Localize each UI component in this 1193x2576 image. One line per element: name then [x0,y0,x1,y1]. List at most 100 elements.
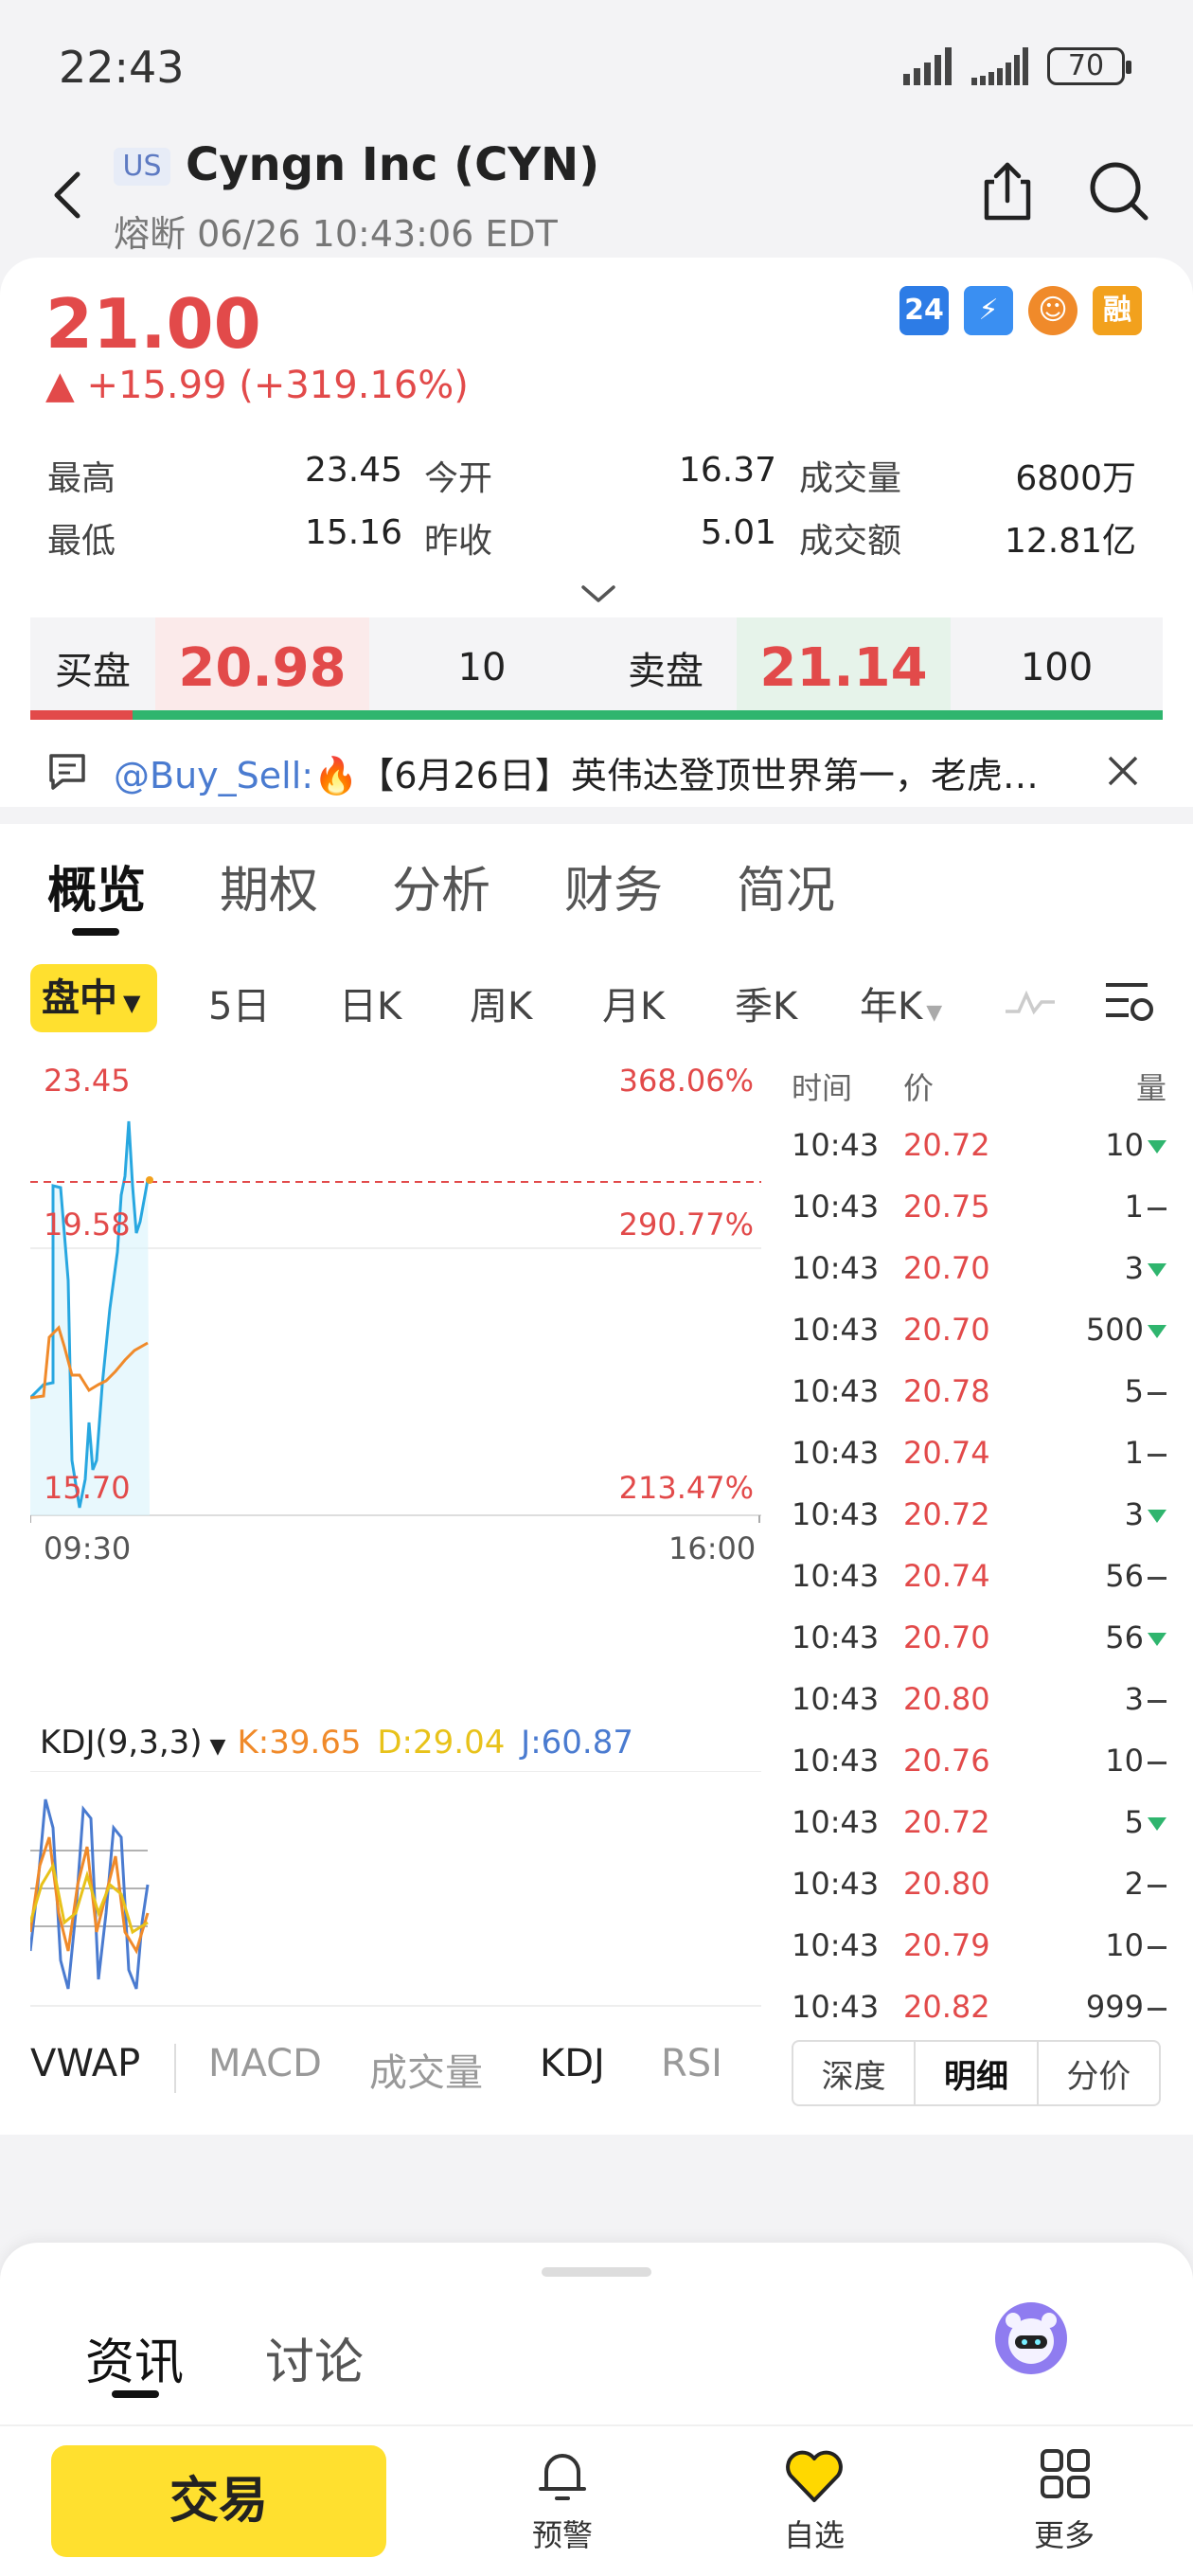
market-badge: US [114,148,170,186]
trade-detail-list: 时间 价 量 10:43 20.72 10 10:43 20.75 1 10:43 20.70… [792,1064,1166,2039]
stat-value: 16.37 [678,451,776,490]
segment-depth[interactable]: 深度 [793,2042,917,2104]
header-time: 时间 [792,1070,853,1106]
kdj-label-row[interactable]: KDJ(9,3,3) ▼ K:39.65 D:29.04 J:60.87 [40,1724,633,1762]
trade-row: 10:43 20.72 3 [792,1485,1166,1547]
period-intraday[interactable]: 盘中 ▼ [30,964,157,1032]
flash-badge-icon[interactable]: ⚡ [964,286,1013,335]
trade-row: 10:43 20.70 56 [792,1608,1166,1670]
line-chart-icon[interactable] [1002,983,1059,1021]
share-icon[interactable] [970,153,1045,229]
period-year[interactable]: 年K ▼ [860,975,942,1030]
stat-value: 23.45 [305,451,403,490]
trade-button[interactable]: 交易 [51,2445,386,2557]
neutral-dash-icon [1148,1761,1166,1764]
heart-icon [786,2450,843,2502]
down-arrow-icon [1148,1263,1166,1277]
period-quarter[interactable]: 季K [735,975,797,1030]
tab-news[interactable]: 资讯 [85,2322,184,2393]
intraday-chart-svg [28,1120,761,1523]
trade-price: 20.75 [903,1189,990,1225]
trade-time: 10:43 [792,1250,880,1286]
close-icon[interactable] [1102,750,1144,792]
nav-watchlist[interactable]: 自选 [757,2445,871,2555]
trade-volume: 999 [1085,1989,1144,2025]
kdj-j-line [30,1798,150,1990]
trade-volume-cell: 56 [1105,1558,1166,1594]
trade-time: 10:43 [792,1804,880,1840]
stat-value: 6800万 [1015,459,1136,498]
indicator-vwap[interactable]: VWAP [30,2042,140,2085]
trade-volume: 10 [1105,1743,1144,1779]
status-time: 22:43 [59,42,185,93]
tab-overview[interactable]: 概览 [47,850,146,921]
trade-volume-cell: 5 [1125,1373,1166,1409]
divider [174,2044,176,2093]
sheet-grab-handle[interactable] [542,2267,651,2277]
chart-settings-icon[interactable] [1100,977,1157,1027]
options-badge-icon[interactable]: ☺ [1028,286,1077,335]
bid-ask-ratio-bar [30,710,1163,720]
ask-price[interactable]: 21.14 [737,617,951,718]
down-arrow-icon [1148,1140,1166,1154]
expand-chevron-icon[interactable] [579,580,617,608]
stats-grid: 最高 23.45 今开 16.37 成交量 6800万 最低 15.16 昨收 … [47,451,1146,576]
margin-badge-icon[interactable]: 融 [1093,286,1142,335]
bell-icon [539,2454,586,2500]
trade-price: 20.70 [903,1312,990,1348]
nav-more[interactable]: 更多 [1007,2445,1121,2555]
trade-row: 10:43 20.72 5 [792,1793,1166,1854]
tab-indicator [72,928,119,936]
tab-profile[interactable]: 简况 [737,850,835,921]
back-icon[interactable] [42,167,98,224]
quote-card: 21.00 ▲ +15.99 (+319.16%) 24 ⚡ ☺ 融 最高 23… [0,258,1193,807]
sheet-tab-indicator [112,2390,159,2398]
trade-time: 10:43 [792,1558,880,1594]
chart-high-label: 23.45 [44,1063,131,1099]
trade-volume: 1 [1124,1435,1144,1471]
trade-volume-cell: 10 [1105,1743,1166,1779]
stat-label: 成交量 [799,459,902,498]
neutral-dash-icon [1148,1453,1166,1457]
stock-title: Cyngn Inc (CYN) [186,138,600,191]
24h-badge-icon[interactable]: 24 [899,286,949,335]
stat-value: 5.01 [700,513,776,552]
indicator-volume[interactable]: 成交量 [369,2042,483,2097]
news-user[interactable]: @Buy_Sell: [114,755,313,796]
stats-row: 最低 15.16 昨收 5.01 成交额 12.81亿 [47,513,1146,576]
last-price: 21.00 [45,284,261,364]
period-day[interactable]: 日K [339,975,401,1030]
tab-options[interactable]: 期权 [220,850,318,921]
signal-icon [903,47,952,85]
bid-price[interactable]: 20.98 [155,617,369,718]
trade-price: 20.74 [903,1558,990,1594]
indicator-rsi[interactable]: RSI [661,2042,722,2085]
nav-alert[interactable]: 预警 [506,2445,619,2555]
indicator-kdj[interactable]: KDJ [540,2042,605,2085]
battery-indicator: 70 [1047,47,1131,85]
tab-analysis[interactable]: 分析 [392,850,490,921]
tab-financials[interactable]: 财务 [564,850,663,921]
bid-size: 10 [369,617,595,718]
segment-price-dist[interactable]: 分价 [1039,2042,1159,2104]
intraday-chart[interactable]: 23.45 19.58 15.70 368.06% 290.77% 213.47… [28,1063,761,1527]
trade-volume-cell: 3 [1125,1250,1166,1286]
indicator-macd[interactable]: MACD [208,2042,322,2085]
tab-discussion[interactable]: 讨论 [265,2322,364,2393]
period-5d[interactable]: 5日 [208,975,270,1030]
trade-volume: 10 [1105,1127,1144,1163]
period-month[interactable]: 月K [602,975,665,1030]
trade-volume-cell: 3 [1125,1496,1166,1532]
search-icon[interactable] [1081,153,1157,229]
trade-row: 10:43 20.70 3 [792,1239,1166,1300]
trade-row: 10:43 20.79 10 [792,1916,1166,1977]
ask-ratio-fill [132,710,1163,720]
segment-detail[interactable]: 明细 [916,2042,1039,2104]
assistant-bot-icon[interactable] [992,2299,1070,2377]
app-header: US Cyngn Inc (CYN) 熔断 06/26 10:43:06 EDT [0,133,1193,256]
trade-volume-cell: 500 [1086,1312,1166,1348]
period-week[interactable]: 周K [470,975,532,1030]
trade-time: 10:43 [792,1866,880,1902]
trade-time: 10:43 [792,1127,880,1163]
news-ticker[interactable]: @Buy_Sell:🔥【6月26日】英伟达登顶世界第一，老虎证... [0,731,1193,807]
